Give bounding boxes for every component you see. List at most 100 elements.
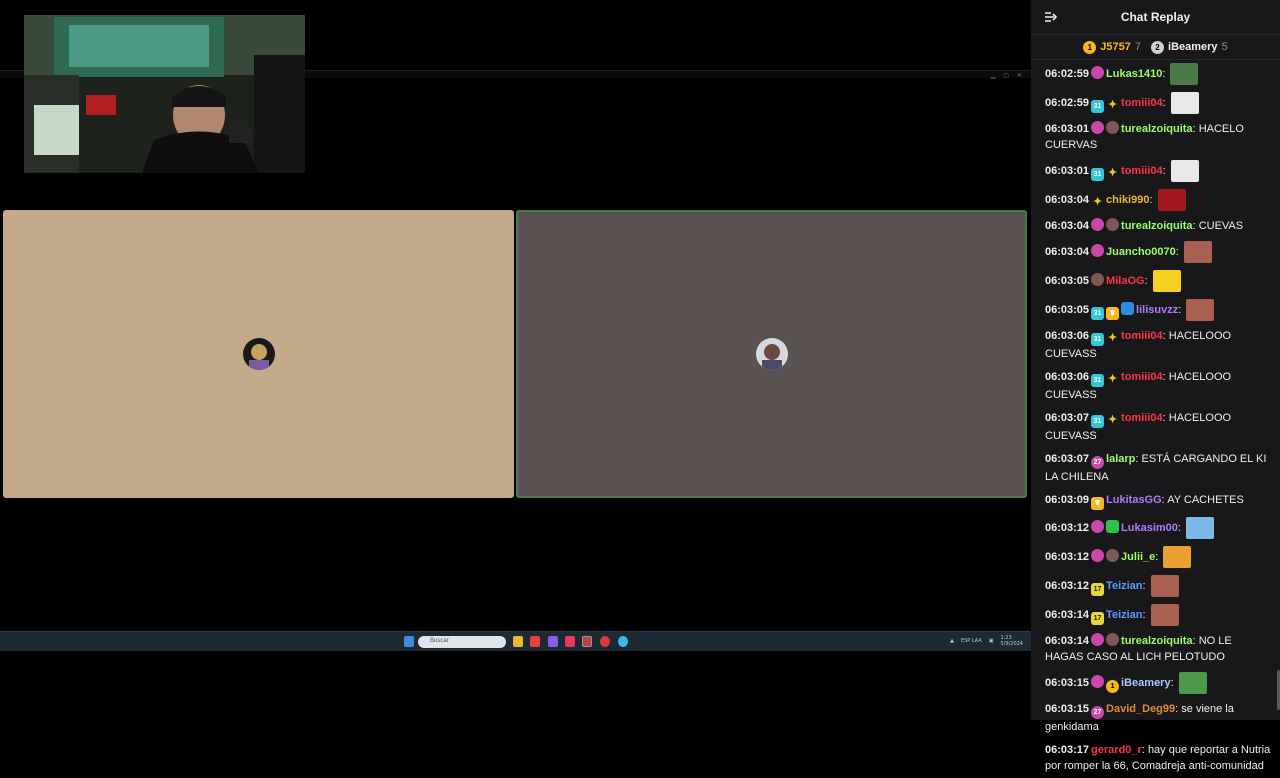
message-timestamp[interactable]: 06:03:01 <box>1045 123 1089 135</box>
chat-username[interactable]: Lukas1410 <box>1106 68 1162 80</box>
chat-emote[interactable] <box>1183 241 1212 263</box>
chat-emote[interactable] <box>1152 270 1181 292</box>
user-badge-icon[interactable]: 31 <box>1091 167 1105 181</box>
chat-username[interactable]: chiki990 <box>1106 194 1149 206</box>
app-icon[interactable] <box>548 636 558 647</box>
message-timestamp[interactable]: 06:02:59 <box>1045 68 1089 80</box>
user-badge-icon[interactable]: ✦ <box>1106 99 1119 112</box>
user-badge-icon[interactable]: ✦ <box>1091 196 1104 209</box>
app-icon[interactable] <box>582 636 592 647</box>
user-badge-icon[interactable]: ✦ <box>1106 332 1119 345</box>
chat-username[interactable]: lalarp <box>1106 453 1135 465</box>
message-timestamp[interactable]: 06:03:07 <box>1045 412 1089 424</box>
message-timestamp[interactable]: 06:03:07 <box>1045 453 1089 465</box>
chat-emote[interactable] <box>1150 575 1179 597</box>
app-icon[interactable] <box>618 636 628 647</box>
message-timestamp[interactable]: 06:03:15 <box>1045 703 1089 715</box>
chat-emote[interactable] <box>1157 189 1186 211</box>
user-badge-icon[interactable]: ♛ <box>1091 497 1105 510</box>
chat-username[interactable]: turealzoiquita <box>1121 220 1193 232</box>
user-badge-icon[interactable] <box>1091 243 1105 257</box>
user-badge-icon[interactable] <box>1091 633 1105 646</box>
leaderboard-entry[interactable]: 2 iBeamery 5 <box>1151 40 1228 54</box>
chat-username[interactable]: tomiii04 <box>1121 330 1163 342</box>
chat-emote[interactable] <box>1178 672 1207 694</box>
message-timestamp[interactable]: 06:03:06 <box>1045 330 1089 342</box>
chat-username[interactable]: Teizian <box>1106 609 1142 621</box>
clock[interactable]: 1:23 5/9/2024 <box>1001 635 1023 647</box>
user-badge-icon[interactable] <box>1091 65 1105 79</box>
message-timestamp[interactable]: 06:03:09 <box>1045 494 1089 506</box>
user-badge-icon[interactable] <box>1091 674 1105 688</box>
user-badge-icon[interactable] <box>1091 272 1105 286</box>
chat-emote[interactable] <box>1150 604 1179 626</box>
message-timestamp[interactable]: 06:03:12 <box>1045 551 1089 563</box>
user-badge-icon[interactable] <box>1106 633 1120 646</box>
chat-username[interactable]: tomiii04 <box>1121 165 1163 177</box>
message-timestamp[interactable]: 06:03:01 <box>1045 165 1089 177</box>
message-timestamp[interactable]: 06:03:14 <box>1045 635 1089 647</box>
file-explorer-icon[interactable] <box>513 636 523 647</box>
user-badge-icon[interactable]: 1 <box>1106 679 1120 693</box>
user-badge-icon[interactable]: 31 <box>1091 374 1105 387</box>
user-badge-icon[interactable]: 27 <box>1091 456 1105 469</box>
message-timestamp[interactable]: 06:03:04 <box>1045 194 1089 206</box>
message-timestamp[interactable]: 06:03:06 <box>1045 371 1089 383</box>
user-badge-icon[interactable] <box>1106 548 1120 562</box>
chat-username[interactable]: tomiii04 <box>1121 97 1163 109</box>
message-timestamp[interactable]: 06:03:05 <box>1045 275 1089 287</box>
user-badge-icon[interactable]: 27 <box>1091 706 1105 719</box>
chat-emote[interactable] <box>1170 160 1199 182</box>
chat-username[interactable]: gerard0_r <box>1091 744 1142 756</box>
network-icon[interactable]: ▣ <box>989 638 994 644</box>
chat-username[interactable]: tomiii04 <box>1121 412 1163 424</box>
user-badge-icon[interactable] <box>1091 121 1105 134</box>
app-icon[interactable] <box>600 636 610 647</box>
chat-username[interactable]: LukitasGG <box>1106 494 1162 506</box>
window-controls[interactable]: ▁ ▢ ✕ <box>991 72 1025 79</box>
chat-username[interactable]: MilaOG <box>1106 275 1145 287</box>
message-timestamp[interactable]: 06:03:12 <box>1045 580 1089 592</box>
user-badge-icon[interactable]: ♛ <box>1106 306 1120 320</box>
user-badge-icon[interactable]: 17 <box>1091 611 1105 625</box>
app-icon[interactable] <box>530 636 540 647</box>
message-timestamp[interactable]: 06:02:59 <box>1045 97 1089 109</box>
message-timestamp[interactable]: 06:03:12 <box>1045 522 1089 534</box>
user-badge-icon[interactable] <box>1106 121 1120 134</box>
chat-username[interactable]: lilisuvzz <box>1136 304 1178 316</box>
user-badge-icon[interactable] <box>1121 301 1135 315</box>
chat-username[interactable]: turealzoiquita <box>1121 635 1193 647</box>
chat-emote[interactable] <box>1186 517 1215 539</box>
user-badge-icon[interactable] <box>1091 519 1105 533</box>
user-badge-icon[interactable] <box>1091 548 1105 562</box>
user-badge-icon[interactable] <box>1091 218 1105 231</box>
start-menu-icon[interactable] <box>404 636 414 647</box>
message-timestamp[interactable]: 06:03:04 <box>1045 220 1089 232</box>
leaderboard-entry[interactable]: 1 J5757 7 <box>1083 40 1141 54</box>
user-badge-icon[interactable]: ✦ <box>1106 167 1119 180</box>
tray-language[interactable]: ESP LAA <box>961 638 982 644</box>
chat-username[interactable]: Juancho0070 <box>1106 246 1176 258</box>
message-timestamp[interactable]: 06:03:04 <box>1045 246 1089 258</box>
app-icon[interactable] <box>565 636 575 647</box>
user-badge-icon[interactable] <box>1106 218 1120 231</box>
user-badge-icon[interactable]: 31 <box>1091 333 1105 346</box>
call-tile-right[interactable] <box>516 210 1027 498</box>
message-timestamp[interactable]: 06:03:15 <box>1045 677 1089 689</box>
chat-username[interactable]: tomiii04 <box>1121 371 1163 383</box>
user-badge-icon[interactable] <box>1106 519 1120 533</box>
chat-username[interactable]: Teizian <box>1106 580 1142 592</box>
chat-username[interactable]: Julii_e <box>1121 551 1155 563</box>
chevron-up-icon[interactable]: ▲ <box>950 638 954 644</box>
user-badge-icon[interactable]: ✦ <box>1106 373 1119 386</box>
chat-username[interactable]: iBeamery <box>1121 677 1171 689</box>
user-badge-icon[interactable]: 31 <box>1091 99 1105 113</box>
message-timestamp[interactable]: 06:03:14 <box>1045 609 1089 621</box>
chat-emote[interactable] <box>1170 92 1199 114</box>
chat-username[interactable]: Lukasim00 <box>1121 522 1178 534</box>
chat-username[interactable]: David_Deg99 <box>1106 703 1175 715</box>
taskbar-search[interactable]: Buscar <box>418 636 506 648</box>
chat-emote[interactable] <box>1163 546 1192 568</box>
user-badge-icon[interactable]: 17 <box>1091 582 1105 596</box>
message-timestamp[interactable]: 06:03:05 <box>1045 304 1089 316</box>
